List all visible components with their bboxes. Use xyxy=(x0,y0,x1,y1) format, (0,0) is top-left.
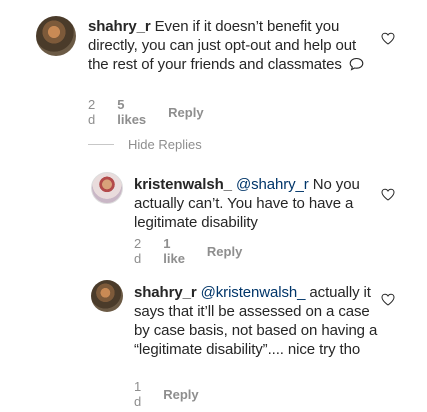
comment-username[interactable]: shahry_r xyxy=(88,18,151,35)
reply-button[interactable]: Reply xyxy=(207,244,242,259)
heart-outline-icon[interactable] xyxy=(381,32,395,45)
likes-count[interactable]: 1 like xyxy=(163,236,185,266)
comment-username[interactable]: shahry_r xyxy=(134,284,197,301)
hide-replies-label: Hide Replies xyxy=(128,137,202,152)
mention-link[interactable]: @kristenwalsh_ xyxy=(201,284,306,301)
comment-body: shahry_r Even if it doesn’t benefit you … xyxy=(88,17,378,74)
comment-body: kristenwalsh_ @shahry_r No you actually … xyxy=(134,175,379,232)
reply-button[interactable]: Reply xyxy=(168,105,203,120)
comment-username[interactable]: kristenwalsh_ xyxy=(134,176,232,193)
mention-link[interactable]: @shahry_r xyxy=(236,176,309,193)
comment-meta: 2 d 5 likes Reply xyxy=(88,97,204,127)
avatar[interactable] xyxy=(91,172,123,204)
comment-time: 1 d xyxy=(134,379,142,409)
comment-time: 2 d xyxy=(88,97,96,127)
avatar[interactable] xyxy=(36,16,76,56)
comment-meta: 1 d Reply xyxy=(134,379,199,409)
avatar[interactable] xyxy=(91,280,123,312)
comment-meta: 2 d 1 like Reply xyxy=(134,236,242,266)
reply-button[interactable]: Reply xyxy=(163,387,198,402)
speech-bubble-icon xyxy=(349,57,364,71)
comment-time: 2 d xyxy=(134,236,142,266)
comment-body: shahry_r @kristenwalsh_ actually it says… xyxy=(134,283,379,359)
heart-outline-icon[interactable] xyxy=(381,293,395,306)
heart-outline-icon[interactable] xyxy=(381,188,395,201)
divider-line xyxy=(88,144,114,145)
likes-count[interactable]: 5 likes xyxy=(117,97,146,127)
hide-replies-toggle[interactable]: Hide Replies xyxy=(88,137,202,152)
